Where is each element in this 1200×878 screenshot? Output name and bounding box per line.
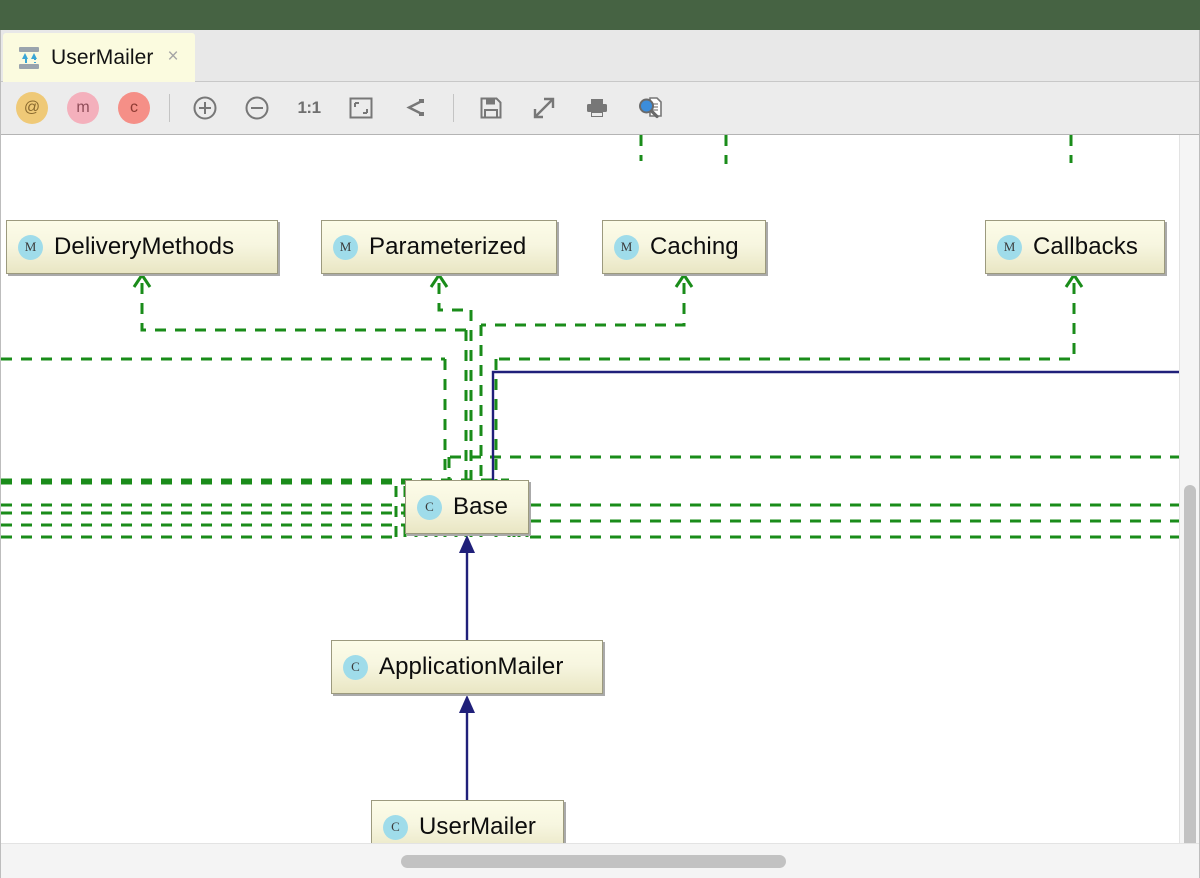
window-titlebar (0, 0, 1200, 30)
actual-size-button[interactable]: 1:1 (291, 90, 327, 126)
toolbar-divider (169, 94, 170, 122)
vertical-scrollbar[interactable] (1179, 135, 1199, 878)
node-label: ApplicationMailer (379, 653, 564, 680)
module-icon: M (997, 234, 1022, 260)
editor-window: UserMailer × @ m c 1:1 M DeliveryMethods… (0, 30, 1200, 878)
zoom-in-icon[interactable] (187, 90, 223, 126)
node-label: Base (453, 493, 509, 520)
horizontal-scrollbar-thumb[interactable] (401, 855, 786, 868)
class-icon: C (383, 814, 408, 840)
realization-arrowheads (132, 272, 1084, 288)
class-icon: C (343, 654, 368, 680)
uml-diagram-icon (17, 46, 41, 70)
tab-usermailer[interactable]: UserMailer × (3, 33, 195, 83)
close-icon[interactable]: × (164, 47, 181, 69)
class-icon: C (417, 494, 442, 520)
zoom-out-icon[interactable] (239, 90, 275, 126)
node-applicationmailer[interactable]: C ApplicationMailer (331, 640, 603, 694)
realization-edges (1, 135, 1181, 539)
print-icon[interactable] (579, 90, 615, 126)
preview-icon[interactable] (632, 90, 668, 126)
filter-methods-button[interactable]: m (67, 92, 99, 124)
horizontal-scrollbar[interactable] (1, 843, 1199, 878)
tab-title: UserMailer (51, 46, 154, 69)
module-icon: M (333, 234, 358, 260)
fit-content-icon[interactable] (343, 90, 379, 126)
node-callbacks[interactable]: M Callbacks (985, 220, 1165, 274)
diagram-canvas[interactable]: M DeliveryMethods M Parameterized M Cach… (1, 135, 1199, 878)
diagram-toolbar: @ m c 1:1 (1, 82, 1199, 135)
inheritance-edges (465, 370, 1181, 800)
node-label: Caching (650, 233, 739, 260)
node-label: Parameterized (369, 233, 527, 260)
node-caching[interactable]: M Caching (602, 220, 766, 274)
filter-annotations-button[interactable]: @ (16, 92, 48, 124)
node-base[interactable]: C Base (405, 480, 529, 534)
vertical-scrollbar-thumb[interactable] (1184, 485, 1196, 878)
filter-constructors-button[interactable]: c (118, 92, 150, 124)
module-icon: M (18, 234, 43, 260)
toolbar-divider (453, 94, 454, 122)
diagram-viewport: M DeliveryMethods M Parameterized M Cach… (1, 135, 1181, 843)
collapse-icon[interactable] (395, 90, 431, 126)
node-parameterized[interactable]: M Parameterized (321, 220, 557, 274)
application-window: UserMailer × @ m c 1:1 M DeliveryMethods… (0, 0, 1200, 878)
save-icon[interactable] (473, 90, 509, 126)
node-deliverymethods[interactable]: M DeliveryMethods (6, 220, 278, 274)
node-usermailer[interactable]: C UserMailer (371, 800, 564, 843)
export-icon[interactable] (526, 90, 562, 126)
node-label: Callbacks (1033, 233, 1138, 260)
module-icon: M (614, 234, 639, 260)
node-label: DeliveryMethods (54, 233, 235, 260)
node-label: UserMailer (419, 813, 537, 840)
tab-bar: UserMailer × (1, 30, 1199, 83)
